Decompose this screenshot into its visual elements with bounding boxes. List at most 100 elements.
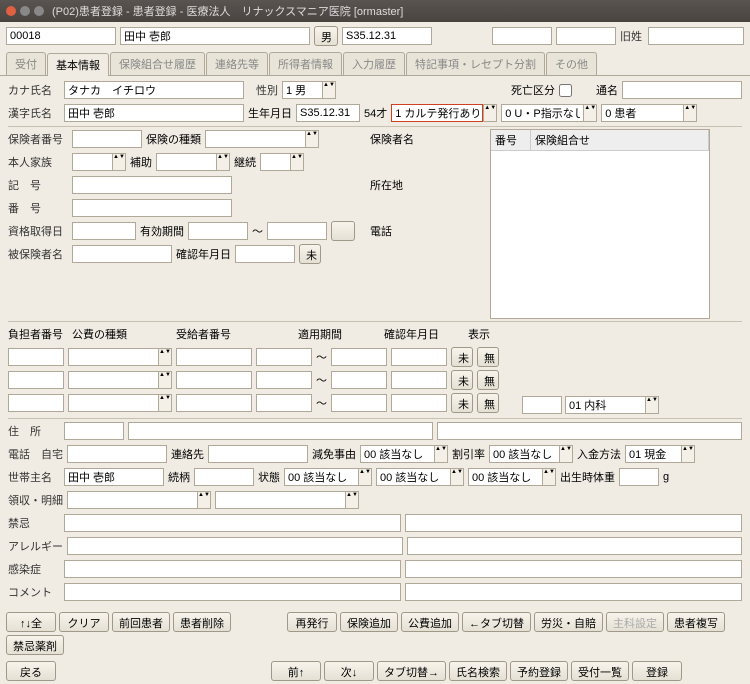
spin-icon[interactable]: ▲▼ (559, 445, 573, 463)
tab-7[interactable]: その他 (546, 52, 597, 75)
close-icon[interactable] (6, 6, 16, 16)
setai-input[interactable] (64, 468, 164, 486)
spin-icon[interactable]: ▲▼ (345, 491, 359, 509)
tab-1[interactable]: 基本情報 (47, 53, 109, 76)
old-name-input[interactable] (648, 27, 744, 45)
action-次↓[interactable]: 次↓ (324, 661, 374, 681)
tsusho-input[interactable] (622, 81, 742, 99)
action-予約登録[interactable]: 予約登録 (510, 661, 568, 681)
yukou1-input[interactable] (188, 222, 248, 240)
action-禁忌薬剤[interactable]: 禁忌薬剤 (6, 635, 64, 655)
action-タブ切替→[interactable]: タブ切替→ (377, 661, 446, 681)
kana-input[interactable] (64, 81, 244, 99)
spin-icon[interactable]: ▲▼ (158, 348, 172, 366)
zoku-input[interactable] (194, 468, 254, 486)
mi-button[interactable]: 未 (451, 347, 473, 367)
addr1-input[interactable] (128, 422, 433, 440)
futan-input[interactable] (8, 348, 64, 366)
mi-button[interactable]: 未 (451, 370, 473, 390)
kakunin-input[interactable] (235, 245, 295, 263)
spin-icon[interactable]: ▲▼ (450, 468, 464, 486)
kouhi-type-select[interactable] (68, 348, 158, 366)
taiju-input[interactable] (619, 468, 659, 486)
ryoshu2-select[interactable] (215, 491, 345, 509)
shutoku-input[interactable] (72, 222, 136, 240)
ryoshu1-select[interactable] (67, 491, 197, 509)
zip-input[interactable] (64, 422, 124, 440)
action-戻る[interactable]: 戻る (6, 661, 56, 681)
kikan1-input[interactable] (256, 348, 312, 366)
action-前↑[interactable]: 前↑ (271, 661, 321, 681)
action-保険追加[interactable]: 保険追加 (340, 612, 398, 632)
spin-icon[interactable]: ▲▼ (358, 468, 372, 486)
extra1-input[interactable] (492, 27, 552, 45)
tab-0[interactable]: 受付 (6, 52, 46, 75)
insurance-list[interactable]: 番号保険組合せ (490, 129, 710, 319)
allergy2-input[interactable] (407, 537, 743, 555)
sex-select[interactable] (282, 81, 322, 99)
dept-select[interactable] (565, 396, 645, 414)
spin-icon[interactable]: ▲▼ (322, 81, 336, 99)
action-登録[interactable]: 登録 (632, 661, 682, 681)
nyukin-select[interactable] (625, 445, 681, 463)
addr2-input[interactable] (437, 422, 742, 440)
spin-icon[interactable]: ▲▼ (216, 153, 230, 171)
action-前回患者[interactable]: 前回患者 (112, 612, 170, 632)
patient-name-input[interactable] (120, 27, 310, 45)
genmen-select[interactable] (360, 445, 434, 463)
action-公費追加[interactable]: 公費追加 (401, 612, 459, 632)
jotai1-select[interactable] (284, 468, 358, 486)
spin-icon[interactable]: ▲▼ (197, 491, 211, 509)
spin-icon[interactable]: ▲▼ (681, 445, 695, 463)
yukou-button[interactable] (331, 221, 355, 241)
kouhi-kakunin-input[interactable] (391, 394, 447, 412)
action-氏名検索[interactable]: 氏名検索 (449, 661, 507, 681)
action-労災・自賠[interactable]: 労災・自賠 (534, 612, 603, 632)
action-主科設定[interactable]: 主科設定 (606, 612, 664, 632)
action-クリア[interactable]: クリア (59, 612, 109, 632)
spin-icon[interactable]: ▲▼ (542, 468, 556, 486)
karte-select[interactable] (391, 104, 483, 122)
kikan2-input[interactable] (331, 371, 387, 389)
spin-icon[interactable]: ▲▼ (683, 104, 697, 122)
action-患者削除[interactable]: 患者削除 (173, 612, 231, 632)
kouhi-type-select[interactable] (68, 394, 158, 412)
mu-button[interactable]: 無 (477, 393, 499, 413)
pt-select[interactable] (601, 104, 683, 122)
tab-2[interactable]: 保険組合せ履歴 (110, 52, 205, 75)
jukyuu-input[interactable] (176, 348, 252, 366)
wari-select[interactable] (489, 445, 559, 463)
kikan2-input[interactable] (331, 348, 387, 366)
hihoken-input[interactable] (72, 245, 172, 263)
kansen2-input[interactable] (405, 560, 742, 578)
spin-icon[interactable]: ▲▼ (434, 445, 448, 463)
action-受付一覧[interactable]: 受付一覧 (571, 661, 629, 681)
kikan1-input[interactable] (256, 371, 312, 389)
dept-code-input[interactable] (522, 396, 562, 414)
kouhi-kakunin-input[interactable] (391, 371, 447, 389)
action-患者複写[interactable]: 患者複写 (667, 612, 725, 632)
futan-input[interactable] (8, 371, 64, 389)
kikan1-input[interactable] (256, 394, 312, 412)
kouhi-kakunin-input[interactable] (391, 348, 447, 366)
mi-button[interactable]: 未 (299, 244, 321, 264)
spin-icon[interactable]: ▲▼ (158, 394, 172, 412)
death-checkbox[interactable] (559, 84, 572, 97)
minimize-icon[interactable] (20, 6, 30, 16)
spin-icon[interactable]: ▲▼ (483, 104, 497, 122)
spin-icon[interactable]: ▲▼ (645, 396, 659, 414)
mi-button[interactable]: 未 (451, 393, 473, 413)
kigo-input[interactable] (72, 176, 232, 194)
kouhi-type-select[interactable] (68, 371, 158, 389)
action-再発行[interactable]: 再発行 (287, 612, 337, 632)
spin-icon[interactable]: ▲▼ (112, 153, 126, 171)
jotai3-select[interactable] (468, 468, 542, 486)
comment1-input[interactable] (64, 583, 401, 601)
action-←タブ切替[interactable]: ←タブ切替 (462, 612, 531, 632)
mu-button[interactable]: 無 (477, 347, 499, 367)
hojo-select[interactable] (156, 153, 216, 171)
spin-icon[interactable]: ▲▼ (583, 104, 597, 122)
tel-input[interactable] (67, 445, 167, 463)
allergy1-input[interactable] (67, 537, 403, 555)
spin-icon[interactable]: ▲▼ (305, 130, 319, 148)
